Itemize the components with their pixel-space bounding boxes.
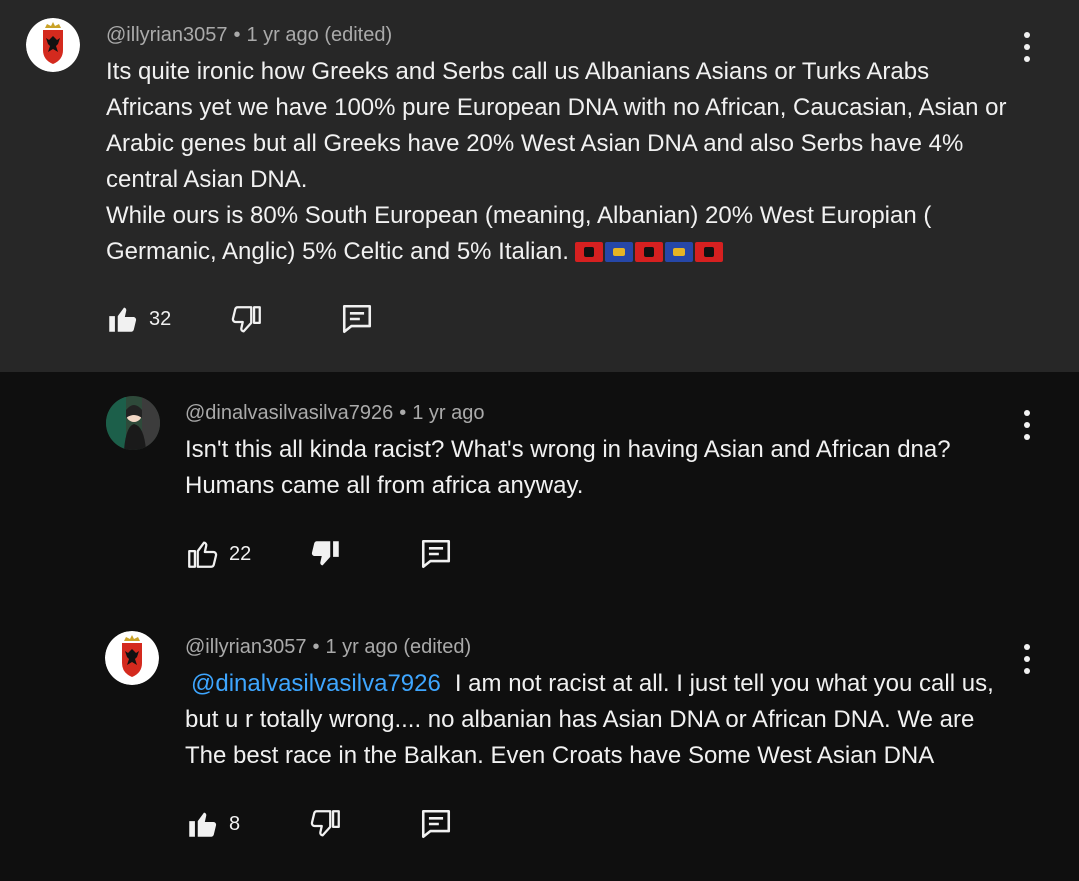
albania-flag-icon	[634, 242, 663, 262]
albania-flag-icon	[574, 242, 603, 262]
comment-1: @illyrian3057 • 1 yr ago (edited) Its quit…	[0, 0, 1079, 372]
comment-paragraph-with-flags: While ours is 80% South European (meanin…	[106, 198, 1016, 270]
avatar-albania-emblem[interactable]	[105, 631, 159, 685]
thumbs-down-icon	[310, 810, 340, 837]
flag-emojis	[574, 242, 723, 262]
avatar[interactable]	[106, 396, 160, 450]
reply-button[interactable]	[419, 537, 453, 571]
reply-icon	[421, 539, 451, 569]
timestamp: 1 yr ago	[412, 402, 485, 424]
like-button[interactable]: 22	[185, 537, 251, 571]
like-count: 8	[229, 812, 241, 835]
author-handle[interactable]: @dinalvasilvasilva7926	[185, 402, 393, 424]
comment-text: Its quite ironic how Greeks and Serbs ca…	[106, 54, 1016, 270]
reply-button[interactable]	[419, 807, 453, 841]
dislike-button[interactable]	[309, 807, 343, 841]
reply-button[interactable]	[340, 302, 374, 336]
separator-dot: •	[312, 636, 320, 658]
thumbs-up-icon	[189, 812, 217, 837]
author-handle[interactable]: @illyrian3057	[106, 24, 227, 46]
reply-icon	[342, 304, 372, 334]
more-vertical-icon[interactable]	[1015, 407, 1039, 443]
reply-icon	[421, 809, 451, 839]
thumbs-down-icon	[311, 541, 339, 566]
separator-dot: •	[399, 402, 407, 424]
thumbs-down-icon	[231, 306, 261, 333]
timestamp: 1 yr ago (edited)	[325, 636, 472, 658]
comment-meta: @illyrian3057 • 1 yr ago (edited)	[185, 636, 471, 659]
avatar-albania-emblem[interactable]	[26, 18, 80, 72]
comment-2: @dinalvasilvasilva7926 • 1 yr ago Isn't th…	[0, 372, 1079, 612]
author-handle[interactable]: @illyrian3057	[185, 636, 306, 658]
comment-meta: @dinalvasilvasilva7926 • 1 yr ago	[185, 402, 484, 425]
comment-text: Isn't this all kinda racist? What's wron…	[185, 436, 951, 499]
more-vertical-icon[interactable]	[1015, 641, 1039, 677]
more-vertical-icon[interactable]	[1015, 29, 1039, 65]
comment-paragraph: While ours is 80% South European (meanin…	[106, 202, 932, 265]
thumbs-up-icon	[188, 541, 218, 568]
like-count: 22	[229, 542, 252, 565]
kosovo-flag-icon	[664, 242, 693, 262]
like-button[interactable]: 8	[185, 807, 240, 841]
dislike-button[interactable]	[230, 303, 264, 337]
like-button[interactable]: 32	[105, 302, 171, 336]
albania-flag-icon	[694, 242, 723, 262]
kosovo-flag-icon	[604, 242, 633, 262]
comment-text: @dinalvasilvasilva7926 I am not racist at…	[185, 666, 1005, 774]
comment-3: @illyrian3057 • 1 yr ago (edited) @dinalva…	[0, 612, 1079, 881]
thumbs-up-icon	[109, 307, 137, 332]
like-count: 32	[149, 307, 172, 330]
dislike-button[interactable]	[309, 537, 343, 571]
comment-meta: @illyrian3057 • 1 yr ago (edited)	[106, 24, 392, 47]
timestamp: 1 yr ago (edited)	[246, 24, 393, 46]
mention-link[interactable]: @dinalvasilvasilva7926	[191, 670, 441, 697]
separator-dot: •	[233, 24, 241, 46]
comment-paragraph: Its quite ironic how Greeks and Serbs ca…	[106, 58, 1007, 193]
